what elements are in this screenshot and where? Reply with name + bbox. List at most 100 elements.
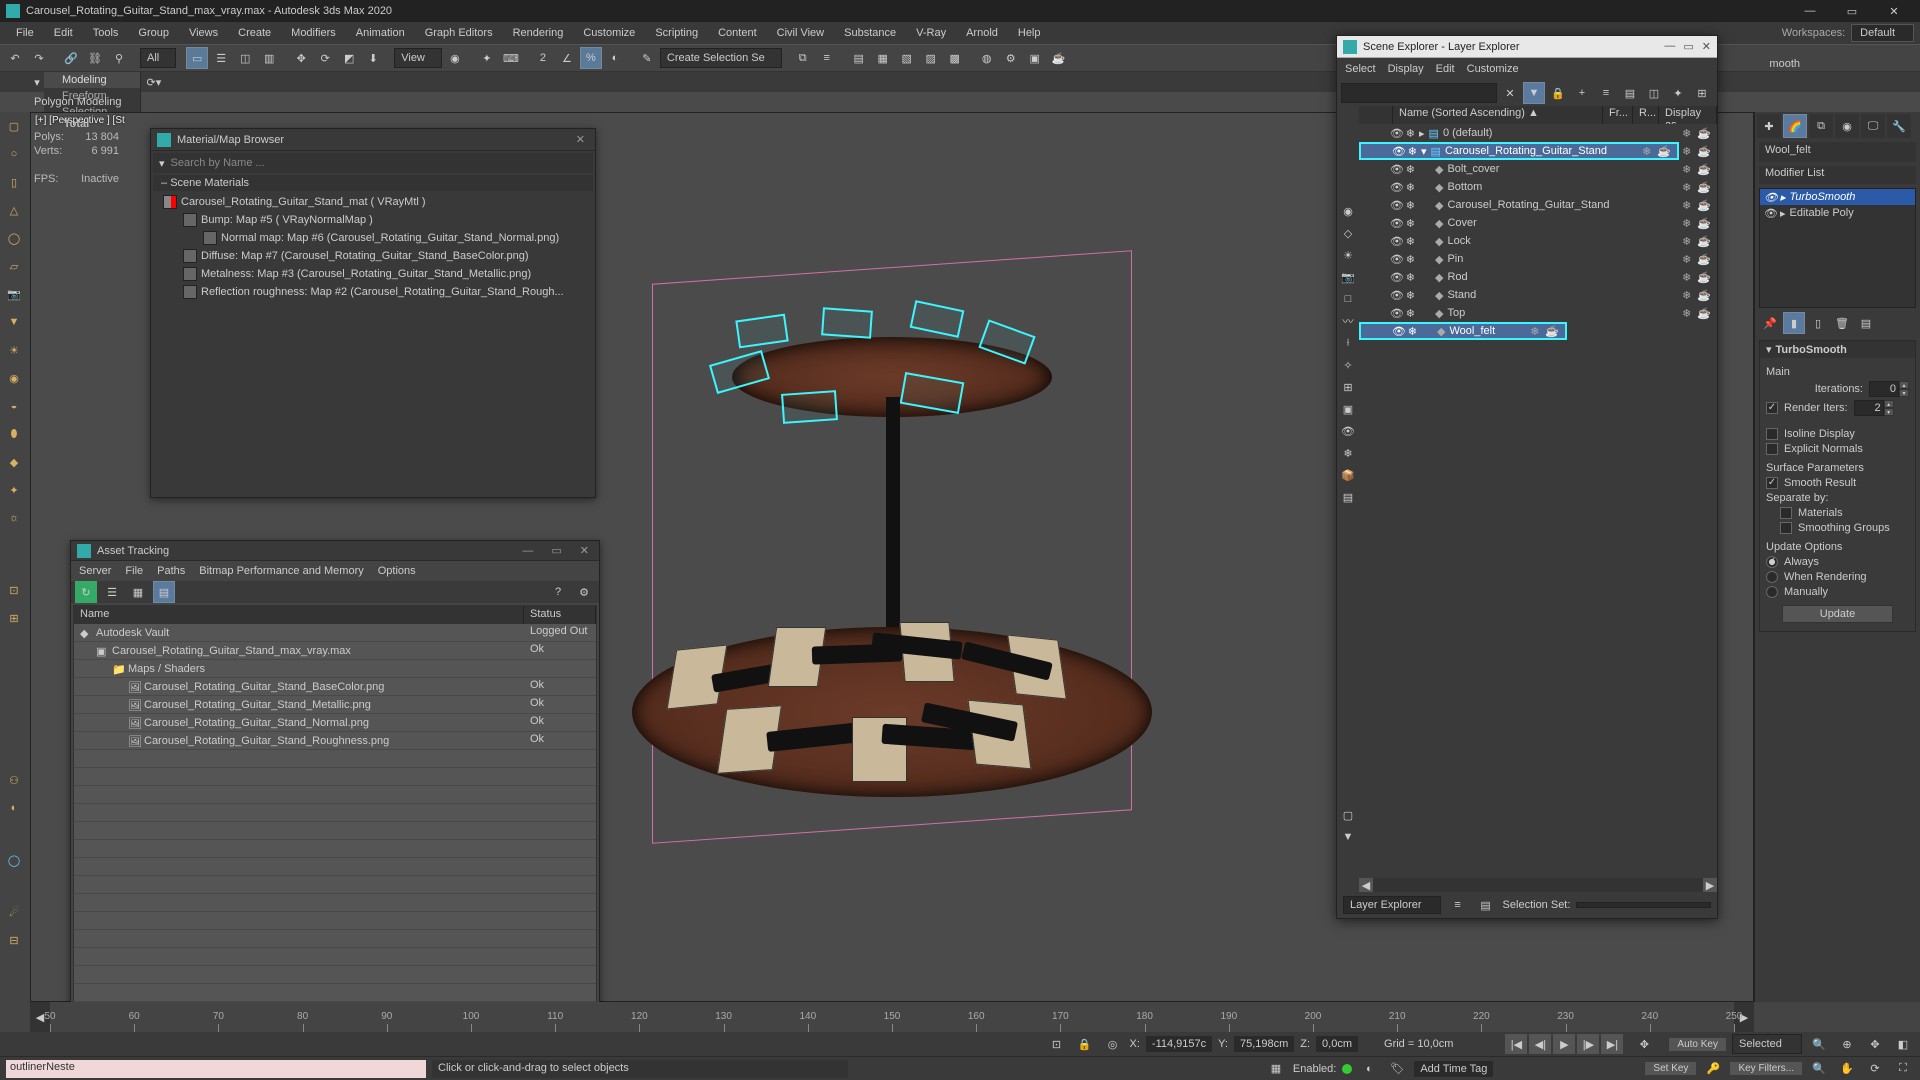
plane-icon[interactable]: ▱ <box>2 254 26 278</box>
render-frame-button[interactable]: ▣ <box>1024 47 1046 69</box>
lock-button[interactable]: 🔒 <box>1074 1033 1096 1055</box>
se-filter-hidden-icon[interactable]: 👁 <box>1337 420 1359 442</box>
placement-button[interactable]: ⬇ <box>362 47 384 69</box>
extra1-icon[interactable]: ☄ <box>2 900 26 924</box>
key-filter-dropdown[interactable]: Selected <box>1732 1034 1802 1054</box>
scene-explorer-tree[interactable]: 👁❄▸ ▤ 0 (default)❄☕👁❄▾ ▤ Carousel_Rotati… <box>1359 124 1717 878</box>
scene-row[interactable]: 👁❄◆ Bolt_cover❄☕ <box>1359 160 1717 178</box>
dope-sheet-button[interactable]: ▩ <box>944 47 966 69</box>
z-field[interactable]: 0,0cm <box>1316 1036 1358 1052</box>
smooth-result-checkbox[interactable]: Smooth Result <box>1766 477 1909 489</box>
vray-icon[interactable]: ◯ <box>2 848 26 872</box>
menu-group[interactable]: Group <box>128 25 179 41</box>
utilities-tab-icon[interactable]: 🔧 <box>1887 114 1911 138</box>
object-name-field[interactable]: Wool_felt <box>1759 142 1916 162</box>
menu-modifiers[interactable]: Modifiers <box>281 25 346 41</box>
asset-menu-server[interactable]: Server <box>79 565 111 577</box>
rect-region-button[interactable]: ◫ <box>234 47 256 69</box>
menu-tools[interactable]: Tools <box>83 25 129 41</box>
create-tab-icon[interactable]: ✚ <box>1757 114 1781 138</box>
se-col-name[interactable]: Name (Sorted Ascending) ▲ <box>1393 106 1603 124</box>
sel-center-button[interactable]: ◎ <box>1102 1033 1124 1055</box>
snap2d-button[interactable]: 2 <box>532 47 554 69</box>
se-menu-edit[interactable]: Edit <box>1436 63 1455 75</box>
material-row[interactable]: Diffuse: Map #7 (Carousel_Rotating_Guita… <box>155 247 591 265</box>
x-field[interactable]: -114,9157c <box>1146 1036 1212 1052</box>
modifier-row[interactable]: 👁▸ TurboSmooth <box>1760 189 1915 205</box>
helper2-icon[interactable]: ⊞ <box>2 606 26 630</box>
iterations-spinner[interactable]: ▴▾ <box>1869 381 1909 397</box>
bind-button[interactable]: ⚲ <box>108 47 130 69</box>
turbosmooth-header[interactable]: ▾ TurboSmooth <box>1760 341 1915 358</box>
sep-smoothing-checkbox[interactable]: Smoothing Groups <box>1766 522 1909 534</box>
material-search-input[interactable]: ▾ Search by Name ... <box>153 153 593 173</box>
material-editor-button[interactable]: ◍ <box>976 47 998 69</box>
menu-civil-view[interactable]: Civil View <box>767 25 834 41</box>
asset-col-status[interactable]: Status <box>524 606 596 624</box>
material-row[interactable]: Carousel_Rotating_Guitar_Stand_mat ( VRa… <box>155 193 591 211</box>
se-mode-dropdown[interactable]: Layer Explorer <box>1343 896 1441 914</box>
menu-graph-editors[interactable]: Graph Editors <box>415 25 503 41</box>
render-iters-spinner[interactable]: ▴▾ <box>1854 400 1894 416</box>
menu-edit[interactable]: Edit <box>44 25 83 41</box>
menu-help[interactable]: Help <box>1008 25 1051 41</box>
cylinder-icon[interactable]: ▯ <box>2 170 26 194</box>
scene-row[interactable]: 👁❄◆ Carousel_Rotating_Guitar_Stand❄☕ <box>1359 196 1717 214</box>
render-setup-button[interactable]: ⚙ <box>1000 47 1022 69</box>
isoline-checkbox[interactable]: Isoline Display <box>1766 428 1909 440</box>
asset-row[interactable]: 🖼Carousel_Rotating_Guitar_Stand_Roughnes… <box>74 732 596 750</box>
always-radio[interactable]: Always <box>1766 556 1909 568</box>
scene-row[interactable]: 👁❄◆ Wool_felt❄☕ <box>1359 322 1567 340</box>
menu-rendering[interactable]: Rendering <box>503 25 574 41</box>
asset-table-body[interactable]: ◆Autodesk VaultLogged Out▣Carousel_Rotat… <box>74 624 596 1002</box>
light3-icon[interactable]: ◒ <box>2 394 26 418</box>
sphere-icon[interactable]: ○ <box>2 142 26 166</box>
asset-row[interactable]: 🖼Carousel_Rotating_Guitar_Stand_BaseColo… <box>74 678 596 696</box>
setkey-button[interactable]: Set Key <box>1645 1062 1696 1075</box>
minimize-button[interactable]: — <box>1790 1 1830 21</box>
redo-button[interactable]: ↷ <box>28 47 50 69</box>
manipulate-button[interactable]: ✦ <box>476 47 498 69</box>
asset-col-name[interactable]: Name <box>74 606 524 624</box>
se-filter-shape-icon[interactable]: ◇ <box>1337 222 1359 244</box>
undo-button[interactable]: ↶ <box>4 47 26 69</box>
unique-button[interactable]: ▯ <box>1807 312 1829 334</box>
y-field[interactable]: 75,198cm <box>1234 1036 1294 1052</box>
se-lock-button[interactable]: 🔒 <box>1547 82 1569 104</box>
material-row[interactable]: Bump: Map #5 ( VRayNormalMap ) <box>155 211 591 229</box>
material-browser-panel[interactable]: Material/Map Browser ✕ ▾ Search by Name … <box>150 128 596 498</box>
modifier-list-dropdown[interactable]: Modifier List <box>1759 166 1916 184</box>
se-layer4-button[interactable]: ✦ <box>1667 82 1689 104</box>
nav-orbit2-button[interactable]: ⟳ <box>1864 1058 1886 1080</box>
se-min-button[interactable]: — <box>1664 40 1675 53</box>
scene-explorer-panel[interactable]: Scene Explorer - Layer Explorer — ▭ ✕ Se… <box>1336 35 1718 919</box>
selection-filter-dropdown[interactable]: All <box>140 48 176 68</box>
se-filter-bone-icon[interactable]: ⟊ <box>1337 332 1359 354</box>
scene-row[interactable]: 👁❄▸ ▤ 0 (default)❄☕ <box>1359 124 1717 142</box>
safe-frame-button[interactable]: ▦ <box>1265 1058 1287 1080</box>
helper1-icon[interactable]: ⊡ <box>2 578 26 602</box>
asset-menu-paths[interactable]: Paths <box>157 565 185 577</box>
se-filter-ctrl-icon[interactable]: ✧ <box>1337 354 1359 376</box>
se-menu-select[interactable]: Select <box>1345 63 1376 75</box>
workspace-dropdown[interactable]: Default <box>1851 24 1914 42</box>
se-layer2-button[interactable]: ▤ <box>1619 82 1641 104</box>
scene-row[interactable]: 👁❄◆ Pin❄☕ <box>1359 250 1717 268</box>
asset-row[interactable]: 🖼Carousel_Rotating_Guitar_Stand_Metallic… <box>74 696 596 714</box>
asset-row[interactable]: ▣Carousel_Rotating_Guitar_Stand_max_vray… <box>74 642 596 660</box>
se-col-frozen[interactable]: Fr... <box>1603 106 1633 124</box>
link-button[interactable]: 🔗 <box>60 47 82 69</box>
asset-gear-button[interactable]: ⚙ <box>573 581 595 603</box>
asset-view1-button[interactable]: ☰ <box>101 581 123 603</box>
se-filter-frozen-icon[interactable]: ❄ <box>1337 442 1359 464</box>
autokey-button[interactable]: Auto Key <box>1669 1038 1726 1051</box>
se-filter-button[interactable]: ▼ <box>1523 82 1545 104</box>
nav-fov-button[interactable]: ◧ <box>1892 1033 1914 1055</box>
render-iters-checkbox[interactable]: Render Iters: <box>1766 402 1848 414</box>
snap-percent-button[interactable]: % <box>580 47 602 69</box>
se-filter-container-icon[interactable]: 📦 <box>1337 464 1359 486</box>
menu-v-ray[interactable]: V-Ray <box>906 25 956 41</box>
window-crressing-button[interactable]: ▥ <box>258 47 280 69</box>
se-selset-dropdown[interactable] <box>1576 902 1711 908</box>
se-filter-cam-icon[interactable]: 📷 <box>1337 266 1359 288</box>
